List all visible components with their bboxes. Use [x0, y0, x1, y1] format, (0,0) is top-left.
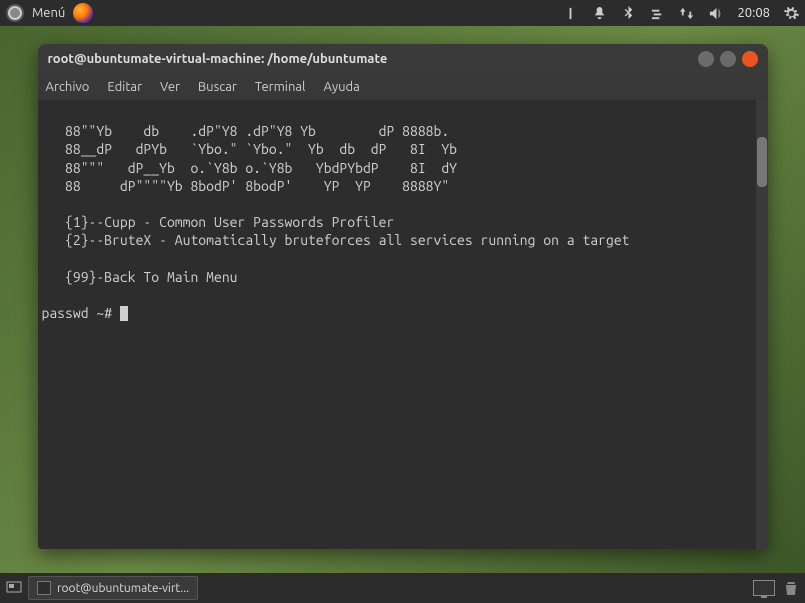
option-1: {1}--Cupp - Common User Passwords Profil… — [42, 214, 395, 230]
clock[interactable]: 20:08 — [737, 6, 770, 20]
top-panel-right: 20:08 — [563, 6, 799, 21]
cursor — [120, 306, 128, 321]
terminal-body[interactable]: 88""Yb db .dP"Y8 .dP"Y8 Yb dP 8888b. 88_… — [38, 100, 768, 549]
minimize-button[interactable] — [698, 51, 714, 67]
prompt: passwd ~# — [42, 305, 120, 321]
updown-icon[interactable] — [679, 6, 694, 21]
option-99: {99}-Back To Main Menu — [42, 269, 238, 285]
menu-editar[interactable]: Editar — [107, 80, 142, 94]
taskbar-item-terminal[interactable]: root@ubuntumate-virt... — [28, 576, 198, 600]
menu-ver[interactable]: Ver — [160, 80, 180, 94]
top-panel-left: Menú — [6, 3, 93, 23]
ascii-art: 88""Yb db .dP"Y8 .dP"Y8 Yb dP 8888b. 88_… — [42, 123, 458, 194]
menu-ayuda[interactable]: Ayuda — [323, 80, 359, 94]
menu-buscar[interactable]: Buscar — [198, 80, 237, 94]
bottom-panel: root@ubuntumate-virt... — [0, 573, 805, 603]
gear-icon[interactable] — [784, 6, 799, 21]
desktop: root@ubuntumate-virtual-machine: /home/u… — [0, 26, 805, 573]
menu-label[interactable]: Menú — [32, 6, 65, 20]
maximize-button[interactable] — [720, 51, 736, 67]
menubar: Archivo Editar Ver Buscar Terminal Ayuda — [38, 74, 768, 100]
window-title: root@ubuntumate-virtual-machine: /home/u… — [48, 52, 698, 66]
bell-icon[interactable] — [592, 6, 607, 21]
firefox-icon[interactable] — [73, 3, 93, 23]
terminal-window: root@ubuntumate-virtual-machine: /home/u… — [38, 44, 768, 549]
taskbar-item-label: root@ubuntumate-virt... — [57, 582, 189, 595]
terminal-icon — [37, 581, 51, 595]
divider-icon — [563, 6, 578, 21]
bluetooth-icon[interactable] — [621, 6, 636, 21]
titlebar[interactable]: root@ubuntumate-virtual-machine: /home/u… — [38, 44, 768, 74]
show-desktop-icon[interactable] — [6, 580, 22, 596]
display-icon[interactable] — [753, 580, 775, 596]
menu-terminal[interactable]: Terminal — [255, 80, 306, 94]
taskbar-right — [753, 580, 799, 596]
menu-archivo[interactable]: Archivo — [46, 80, 90, 94]
volume-icon[interactable] — [708, 6, 723, 21]
option-2: {2}--BruteX - Automatically bruteforces … — [42, 232, 630, 248]
scrollbar[interactable] — [756, 100, 768, 549]
ubuntu-logo-icon[interactable] — [6, 4, 24, 22]
trash-icon[interactable] — [783, 580, 799, 596]
network-icon[interactable] — [650, 6, 665, 21]
window-controls — [698, 51, 758, 67]
scroll-thumb[interactable] — [757, 137, 767, 187]
top-panel: Menú 20:08 — [0, 0, 805, 26]
close-button[interactable] — [742, 51, 758, 67]
